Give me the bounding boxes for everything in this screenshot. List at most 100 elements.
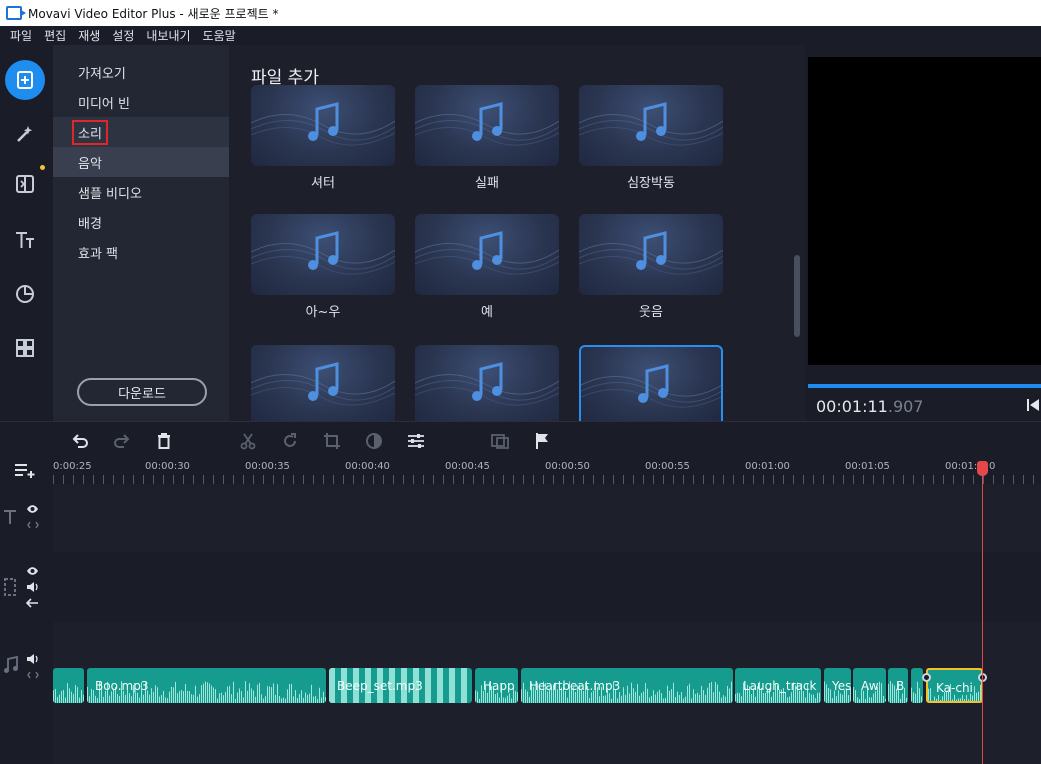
vertical-scrollbar[interactable] [794,255,800,337]
redo-icon [114,434,130,448]
waveform [911,681,922,703]
playhead-line[interactable] [982,468,983,764]
split-button[interactable] [237,430,259,452]
audio-clip[interactable]: B [888,668,908,703]
preview-screen[interactable] [808,57,1041,365]
undo-button[interactable] [69,430,91,452]
audio-clip[interactable] [911,668,923,703]
audio-clip[interactable]: Heartbeat.mp3 [521,668,733,703]
titles-button[interactable] [5,220,45,260]
video-track[interactable] [53,552,1041,622]
speaker-icon[interactable] [26,582,39,592]
music-note-icon [579,231,723,275]
ruler-label-suffix: 0 [989,461,996,472]
playhead-handle[interactable] [977,461,988,476]
clip-trim-handle[interactable] [922,673,931,682]
text-track-icon [4,510,16,524]
more-tools-button[interactable] [5,328,45,368]
speaker-icon[interactable] [26,654,39,664]
category-effect-packs[interactable]: 효과 팩 [53,237,229,267]
clip-name: Beep_set.mp3 [337,679,423,693]
sound-tile[interactable] [251,214,395,295]
arrow-left-icon[interactable] [26,598,39,608]
clip-properties-button[interactable] [405,430,427,452]
music-note-icon [251,231,395,275]
link-icon[interactable] [27,670,39,680]
rotate-button[interactable] [279,430,301,452]
audio-clip[interactable]: Laugh_track [735,668,821,703]
filters-button[interactable] [5,114,45,154]
ruler-label: 00:00:40 [345,461,390,472]
music-note-icon [579,102,723,146]
ruler-label: 00:00:30 [145,461,190,472]
sound-tile[interactable] [579,345,723,421]
timecode-main: 00:01:11 [816,397,888,416]
sound-tile[interactable] [251,85,395,166]
audio-clip[interactable]: Beep_set.mp3 [329,668,472,703]
edit-toolbar [0,421,1041,457]
music-note-icon [4,656,18,673]
crop-button[interactable] [321,430,343,452]
ruler-label: 00:00:45 [445,461,490,472]
sound-tile[interactable] [579,85,723,166]
ruler-label: 00:00:35 [245,461,290,472]
crop-icon [324,433,340,449]
music-note-icon [415,231,559,275]
delete-button[interactable] [153,430,175,452]
menu-file[interactable]: 파일 [0,27,38,44]
category-label: 가져오기 [78,66,126,82]
sound-tile-label: 웃음 [639,305,663,320]
menu-help[interactable]: 도움말 [197,27,242,44]
menu-edit[interactable]: 편집 [38,27,72,44]
audio-clip[interactable]: Aw [853,668,886,703]
audio-clip[interactable] [53,668,84,703]
import-icon [17,71,33,89]
sliders-icon [408,434,424,448]
overlay-icon [491,434,509,449]
sound-tile[interactable] [415,85,559,166]
color-adjust-icon [366,433,382,449]
timeline-ruler[interactable]: 0:00:25 00:00:30 00:00:35 00:00:40 00:00:45 0… [0,457,1041,484]
title-bar: Movavi Video Editor Plus - 새로운 프로젝트 * [0,0,1041,26]
audio-clip[interactable]: Ka-chi [926,668,983,703]
category-media-bin[interactable]: 미디어 빈 [53,87,229,117]
music-note-icon [251,102,395,146]
audio-track-header [0,622,53,764]
category-label: 배경 [78,216,102,232]
overlay-button[interactable] [489,430,511,452]
category-backgrounds[interactable]: 배경 [53,207,229,237]
sound-tile[interactable] [415,345,559,421]
download-button[interactable]: 다운로드 [77,378,207,406]
menu-settings[interactable]: 설정 [106,27,140,44]
transitions-button[interactable] [5,164,45,204]
color-adjust-button[interactable] [363,430,385,452]
category-import[interactable]: 가져오기 [53,57,229,87]
category-sounds[interactable]: 소리 [53,117,229,147]
eye-icon[interactable] [26,566,39,576]
audio-clip[interactable]: Happ [475,668,518,703]
new-badge [40,165,45,170]
sound-tile[interactable] [251,345,395,421]
menu-export[interactable]: 내보내기 [140,27,196,44]
ruler-label: 0:00:25 [53,461,92,472]
title-track[interactable] [53,484,1041,552]
eye-icon[interactable] [26,504,39,514]
add-track-icon[interactable] [14,461,36,479]
redo-button[interactable] [111,430,133,452]
link-icon[interactable] [27,520,39,530]
category-music[interactable]: 음악 [53,147,229,177]
import-button[interactable] [5,60,45,100]
media-library: 파일 추가 셔터 실패 심장박동 아~우 예 웃음 [229,45,806,421]
sound-tile[interactable] [415,214,559,295]
skip-to-start-icon[interactable] [1026,398,1040,412]
category-sample-video[interactable]: 샘플 비디오 [53,177,229,207]
playback-progress-bar[interactable] [808,384,1041,388]
sound-tile[interactable] [579,214,723,295]
music-note-icon [581,364,721,408]
music-note-icon [415,362,559,406]
audio-clip[interactable]: Yes [824,668,851,703]
add-marker-button[interactable] [531,430,553,452]
audio-clip[interactable]: Boo.mp3 [87,668,326,703]
stickers-button[interactable] [5,274,45,314]
menu-playback[interactable]: 재생 [72,27,106,44]
